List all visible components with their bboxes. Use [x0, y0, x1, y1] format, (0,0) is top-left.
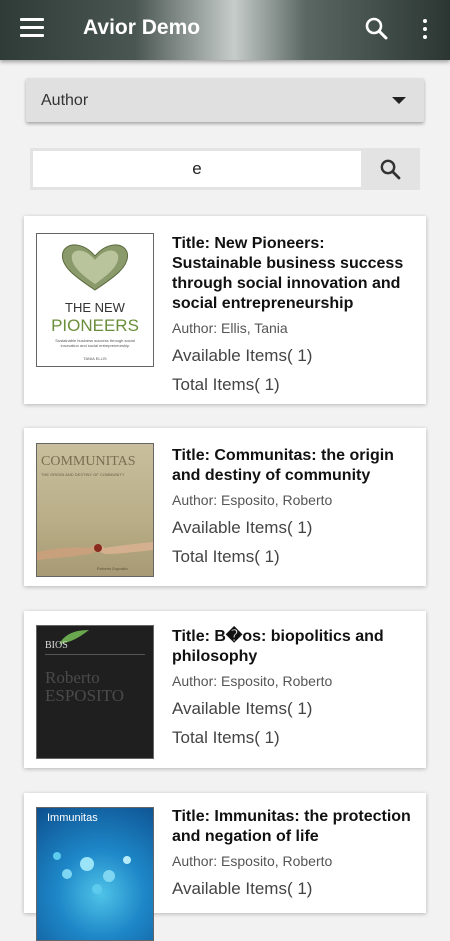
cover-author-first: Roberto [45, 668, 100, 687]
total-items: Total Items( 1) [172, 375, 280, 394]
book-card[interactable]: Immunitas Title: Immunitas: the protecti… [24, 793, 426, 941]
book-cover: COMMUNITAS THE ORIGIN AND DESTINY OF COM… [36, 443, 154, 577]
search-input[interactable] [33, 151, 361, 187]
available-items: Available Items( 1) [172, 699, 313, 718]
book-info: Title: Immunitas: the protection and neg… [172, 807, 418, 899]
book-title: Title: B�os: biopolitics and philosophy [172, 628, 384, 665]
filter-dropdown[interactable]: Author [26, 78, 424, 122]
search-icon [380, 159, 401, 180]
book-info: Title: B�os: biopolitics and philosophy … [172, 627, 418, 748]
book-cover: Immunitas [36, 807, 154, 941]
book-cover: THE NEW PIONEERS Sustainable business su… [36, 233, 154, 367]
available-items: Available Items( 1) [172, 879, 313, 898]
total-items: Total Items( 1) [172, 547, 280, 566]
dropdown-arrow-icon [392, 97, 406, 104]
cover-title-line1: THE NEW [65, 300, 125, 315]
book-info: Title: New Pioneers: Sustainable busines… [172, 234, 418, 395]
available-items: Available Items( 1) [172, 518, 313, 537]
book-title: Title: Communitas: the origin and destin… [172, 447, 394, 484]
search-icon[interactable] [364, 16, 390, 42]
menu-icon[interactable] [20, 18, 44, 38]
book-card[interactable]: BIOS Roberto ESPOSITO Title: B�os: biopo… [24, 611, 426, 768]
available-items: Available Items( 1) [172, 346, 313, 365]
cover-byline: TANIA ELLIS [83, 356, 107, 361]
book-title: Title: New Pioneers: Sustainable busines… [172, 235, 404, 312]
cover-byline: Roberto Esposito [97, 566, 128, 571]
cover-title-line1: Immunitas [47, 812, 98, 824]
app-title: Avior Demo [83, 16, 201, 39]
more-options-icon[interactable] [418, 16, 432, 42]
book-author: Author: Ellis, Tania [172, 320, 288, 336]
cover-title-line1: COMMUNITAS [41, 454, 136, 469]
book-author: Author: Esposito, Roberto [172, 492, 333, 508]
book-author: Author: Esposito, Roberto [172, 673, 333, 689]
book-title: Title: Immunitas: the protection and neg… [172, 808, 411, 845]
book-cover: BIOS Roberto ESPOSITO [36, 625, 154, 759]
cover-subtitle: THE ORIGIN AND DESTINY OF COMMUNITY [41, 472, 125, 477]
app-bar: Avior Demo [0, 0, 450, 60]
book-card[interactable]: COMMUNITAS THE ORIGIN AND DESTINY OF COM… [24, 428, 426, 586]
total-items: Total Items( 1) [172, 728, 280, 747]
book-author: Author: Esposito, Roberto [172, 853, 333, 869]
cover-title-line1: BIOS [45, 640, 68, 651]
search-button[interactable] [363, 151, 418, 187]
cover-title-line2: PIONEERS [51, 316, 139, 335]
book-card[interactable]: THE NEW PIONEERS Sustainable business su… [24, 216, 426, 404]
filter-selected-value: Author [41, 92, 89, 109]
search-bar [30, 148, 420, 190]
cover-subtitle: Sustainable business success through soc… [55, 338, 135, 348]
cover-author-last: ESPOSITO [45, 686, 125, 705]
book-info: Title: Communitas: the origin and destin… [172, 446, 418, 567]
